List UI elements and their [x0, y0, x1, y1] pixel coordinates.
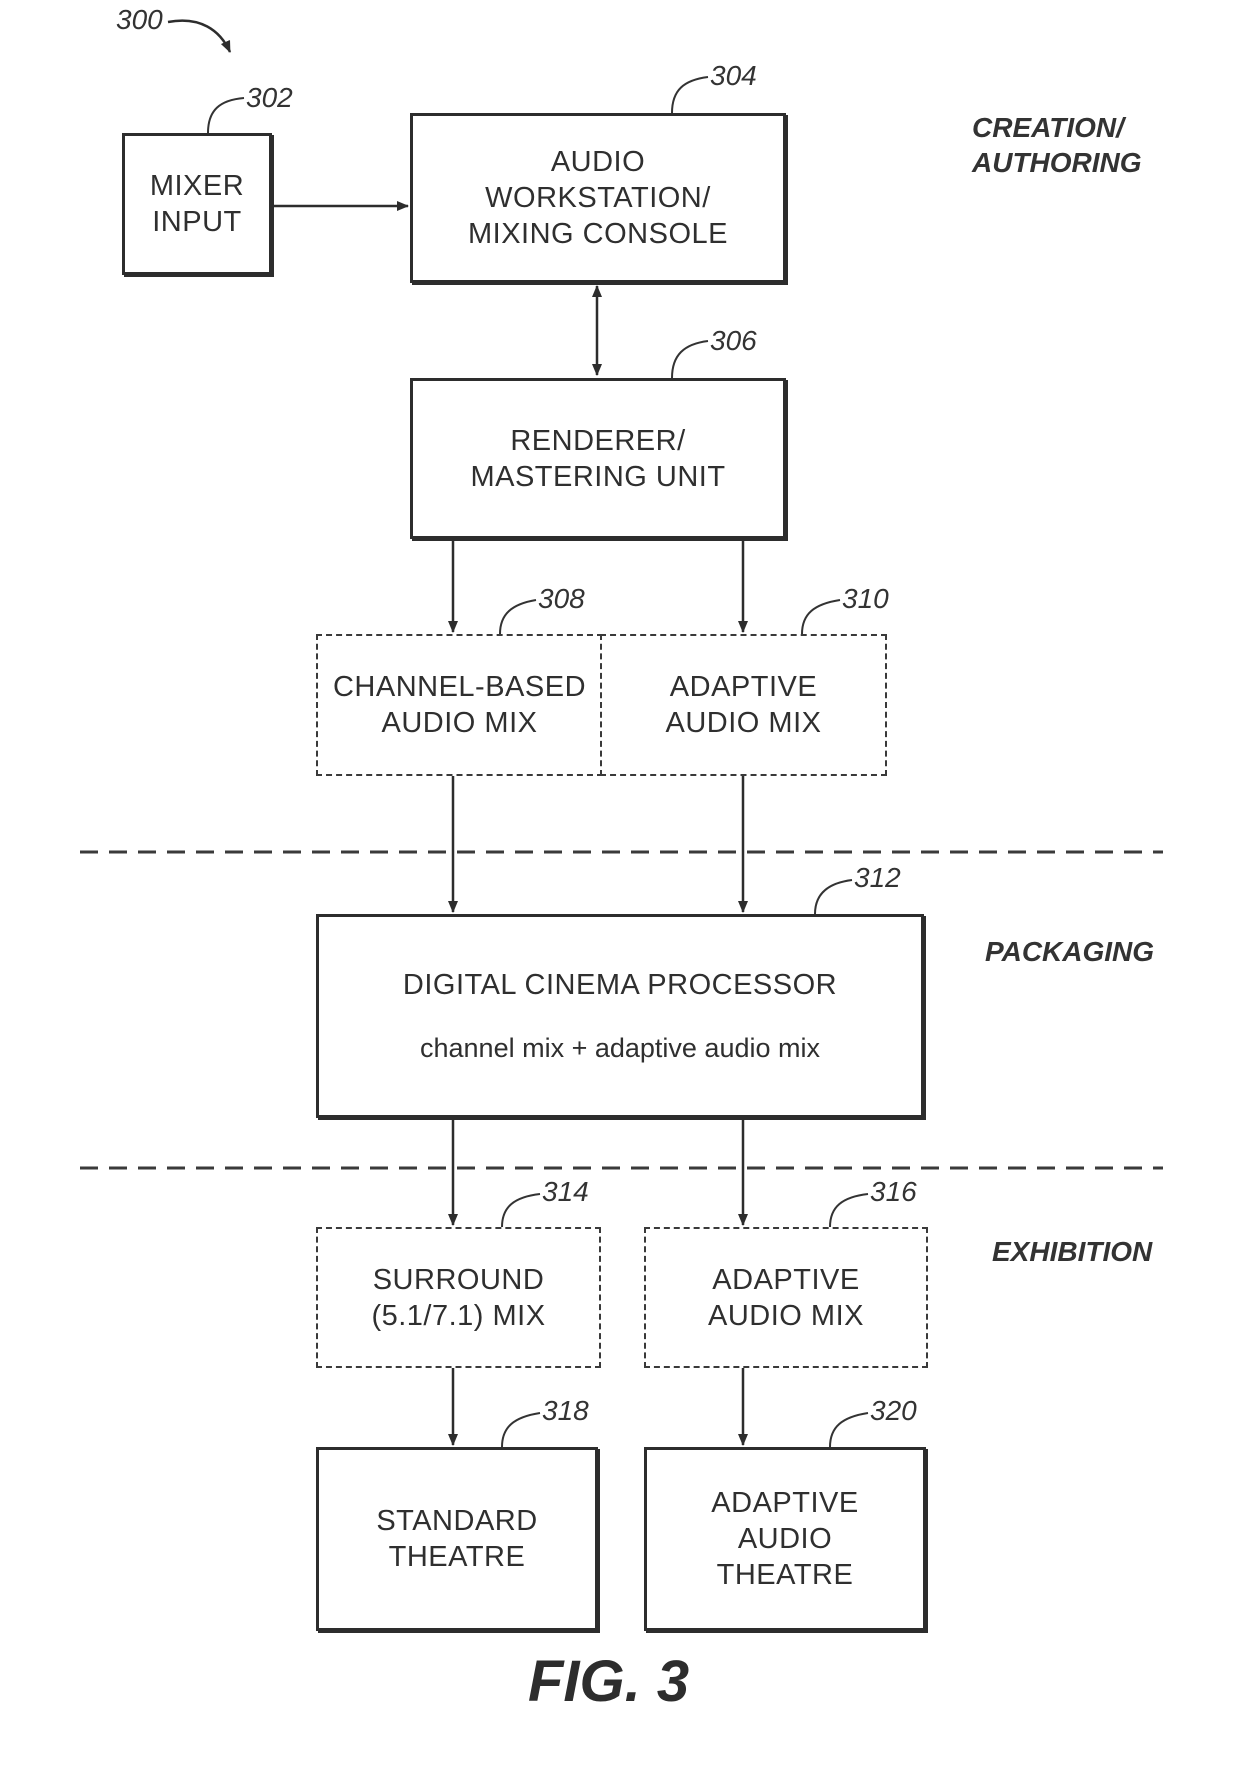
node-label-line: ADAPTIVE [712, 1263, 860, 1296]
node-adaptive-audio-mix-exhibition: ADAPTIVE AUDIO MIX [644, 1227, 928, 1368]
node-label-line: AUDIO MIX [381, 707, 538, 739]
ref-302: 302 [246, 82, 293, 113]
node-standard-theatre: STANDARD THEATRE [316, 1447, 598, 1631]
node-label-line: AUDIO [737, 1523, 833, 1555]
node-label-line: CHANNEL-BASED [332, 671, 587, 703]
leader-320 [829, 1412, 869, 1448]
node-surround-mix: SURROUND (5.1/7.1) MIX [316, 1227, 601, 1368]
node-channel-based-mix: CHANNEL-BASED AUDIO MIX [316, 634, 603, 776]
figure-ref-300: 300 [116, 4, 163, 35]
ref-320: 320 [870, 1395, 917, 1426]
node-label-line: AUDIO MIX [665, 707, 822, 739]
node-mixer-input: MIXER INPUT [122, 133, 272, 275]
ref-318: 318 [542, 1395, 589, 1426]
node-digital-cinema-processor: DIGITAL CINEMA PROCESSOR channel mix + a… [316, 914, 924, 1118]
figure-pointer-arrow [167, 19, 232, 53]
node-label-line: RENDERER/ [510, 424, 686, 457]
node-label-line: THEATRE [716, 1559, 854, 1591]
stage-label-creation-line-2: AUTHORING [972, 147, 1142, 178]
node-label-line: MIXING CONSOLE [468, 218, 728, 250]
node-label-line: (5.1/7.1) MIX [371, 1299, 546, 1332]
node-renderer-mastering: RENDERER/ MASTERING UNIT [410, 378, 786, 539]
node-label-line: SURROUND [372, 1263, 545, 1296]
leader-318 [501, 1412, 541, 1448]
node-label-line: MIXER [149, 170, 245, 202]
leader-304 [671, 76, 709, 114]
ref-312: 312 [854, 862, 901, 893]
stage-label-creation-line-1: CREATION/ [972, 112, 1124, 143]
ref-306: 306 [710, 325, 757, 356]
leader-312 [814, 879, 853, 915]
ref-310: 310 [842, 583, 889, 614]
node-label-line: AUDIO [550, 146, 646, 178]
node-label-line: ADAPTIVE [711, 1487, 859, 1519]
ref-314: 314 [542, 1176, 589, 1207]
node-label-line: WORKSTATION/ [485, 182, 711, 214]
node-adaptive-audio-theatre: ADAPTIVE AUDIO THEATRE [644, 1447, 926, 1631]
node-label-line: STANDARD [376, 1505, 538, 1537]
stage-label-exhibition: EXHIBITION [992, 1236, 1153, 1267]
ref-316: 316 [870, 1176, 917, 1207]
node-label-line: DIGITAL CINEMA PROCESSOR [402, 969, 838, 1001]
node-label-line: INPUT [152, 206, 242, 238]
ref-304: 304 [710, 60, 757, 91]
node-sublabel: channel mix + adaptive audio mix [420, 1033, 820, 1063]
leader-302 [207, 97, 245, 134]
stage-label-creation-authoring: CREATION/ AUTHORING [972, 110, 1142, 180]
node-adaptive-audio-mix: ADAPTIVE AUDIO MIX [600, 634, 887, 776]
stage-label-packaging: PACKAGING [985, 936, 1155, 967]
leader-316 [829, 1193, 869, 1228]
leader-308 [499, 599, 537, 635]
figure-caption: FIG. 3 [528, 1649, 690, 1714]
leader-314 [501, 1193, 541, 1228]
node-label-line: THEATRE [388, 1541, 526, 1573]
node-label-line: AUDIO MIX [708, 1299, 864, 1332]
node-audio-workstation: AUDIO WORKSTATION/ MIXING CONSOLE [410, 113, 786, 283]
ref-308: 308 [538, 583, 585, 614]
node-label-line: MASTERING UNIT [470, 460, 726, 493]
node-label-line: ADAPTIVE [669, 671, 818, 703]
leader-306 [671, 340, 709, 379]
leader-310 [801, 599, 841, 635]
